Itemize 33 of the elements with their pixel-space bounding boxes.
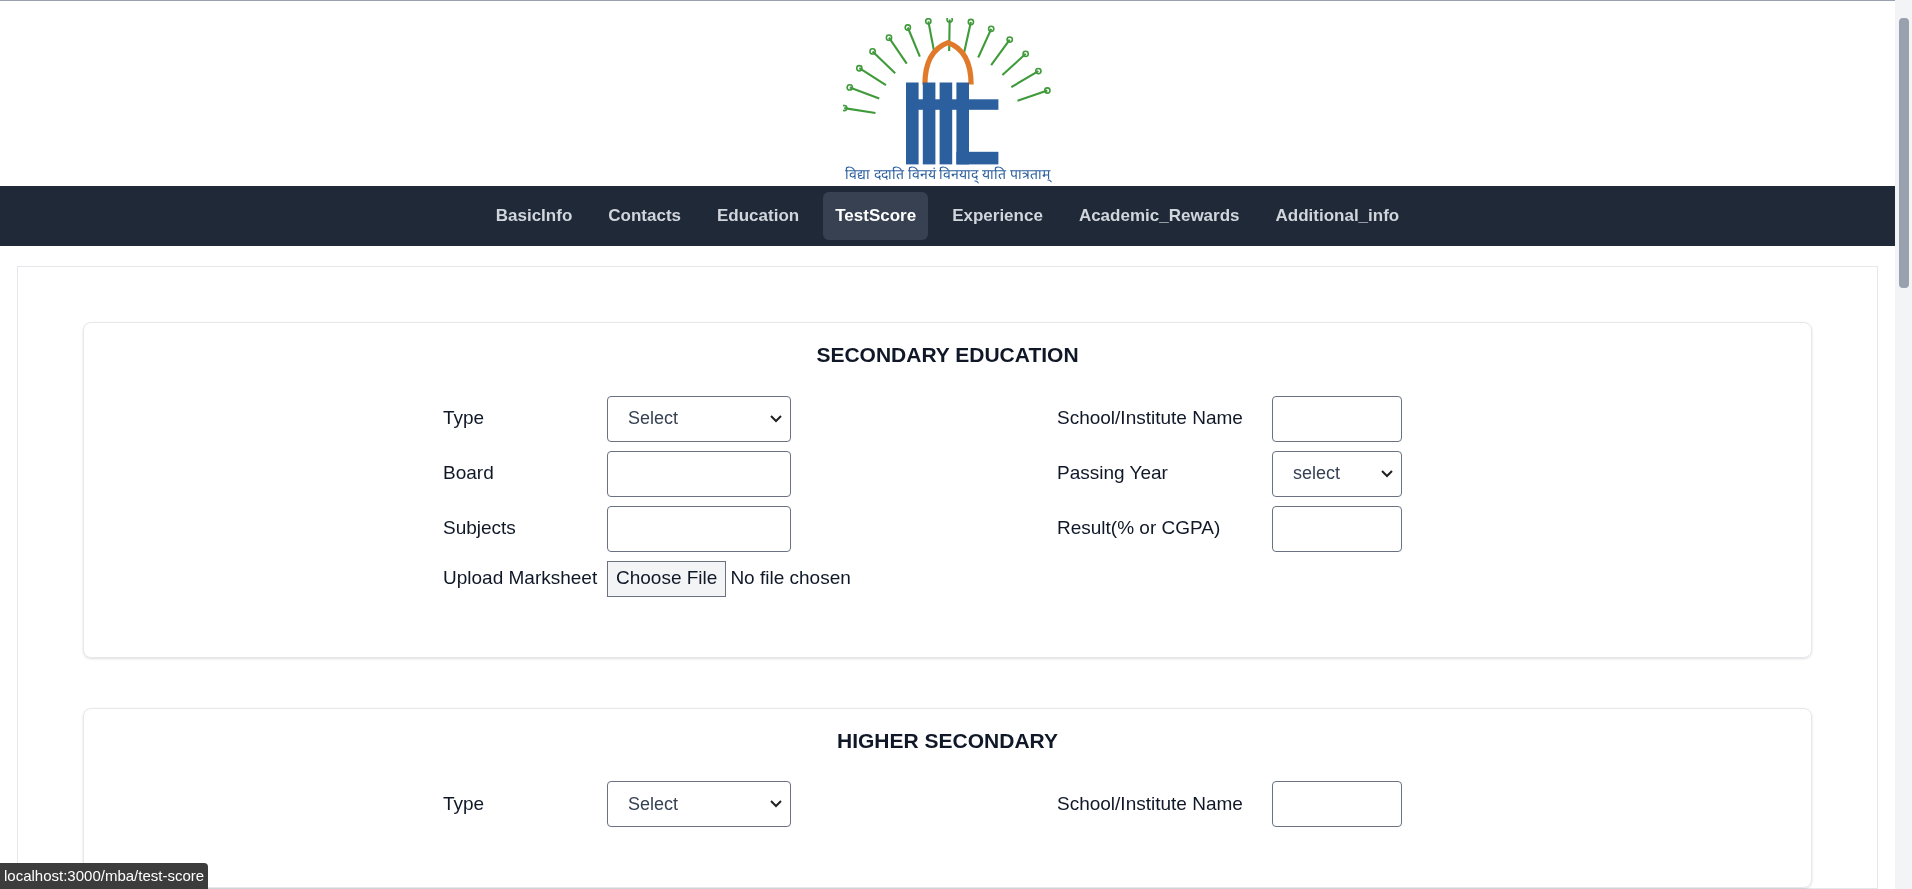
file-status-text: No file chosen: [730, 566, 851, 591]
dropdown-field[interactable]: Select: [607, 781, 791, 827]
field-label: Result(% or CGPA): [1057, 516, 1222, 541]
section-title: HIGHER SECONDARY: [836, 727, 1059, 754]
field-label: School/Institute Name: [1057, 791, 1244, 816]
dropdown-field[interactable]: select: [1272, 450, 1402, 497]
field-label: Type: [443, 406, 486, 431]
input-field[interactable]: [1272, 781, 1402, 827]
nav-tab[interactable]: Contacts: [596, 192, 693, 240]
nav-tab[interactable]: Education: [705, 192, 812, 240]
chevron-down-icon: [1381, 469, 1393, 478]
nav-tab[interactable]: Experience: [940, 192, 1055, 240]
chevron-down-icon: [770, 414, 782, 423]
section-title: SECONDARY EDUCATION: [815, 342, 1080, 368]
field-label: Subjects: [443, 516, 517, 541]
nav-tab[interactable]: BasicInfo: [483, 192, 585, 240]
choose-file-button[interactable]: Choose File: [607, 560, 727, 597]
chevron-down-icon: [770, 800, 782, 808]
logo-motto: विद्या ददाति विनयं विनयाद् याति पात्रताम्: [844, 164, 1051, 185]
nav-tab[interactable]: TestScore: [823, 192, 929, 240]
nav-tab[interactable]: Academic_Rewards: [1066, 192, 1252, 240]
field-label: Upload Marksheet: [443, 566, 599, 591]
field-label: Type: [443, 791, 486, 816]
input-field[interactable]: [607, 450, 791, 497]
field-label: Board: [443, 461, 495, 486]
input-field[interactable]: [1272, 395, 1402, 442]
dropdown-field[interactable]: Select: [607, 395, 791, 442]
input-field[interactable]: [607, 505, 791, 552]
input-field[interactable]: [1272, 505, 1402, 552]
field-label: Passing Year: [1057, 461, 1169, 486]
nav-tab[interactable]: Additional_info: [1263, 192, 1412, 240]
field-label: School/Institute Name: [1057, 406, 1244, 431]
status-url-tooltip: localhost:3000/mba/test-score: [0, 862, 209, 889]
